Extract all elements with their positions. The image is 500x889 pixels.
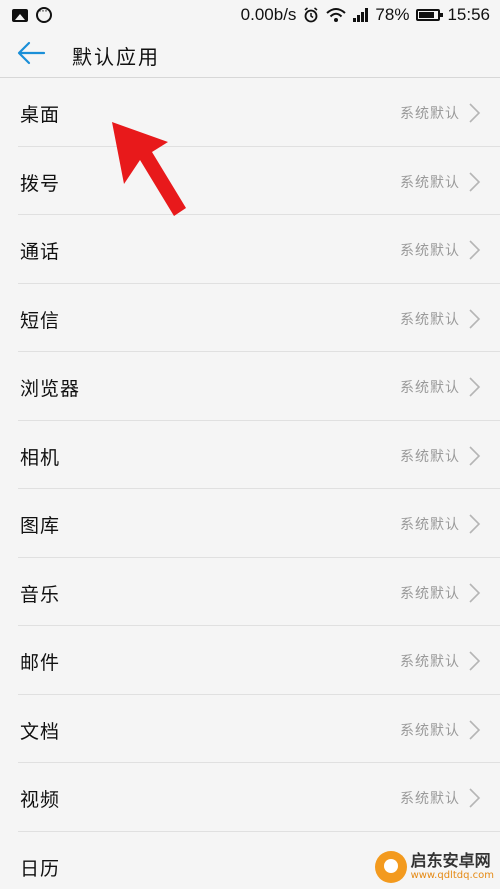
back-arrow-icon[interactable] <box>14 36 48 70</box>
item-value: 系统默认 <box>400 517 460 533</box>
item-label: 音乐 <box>20 583 61 606</box>
list-item-gallery[interactable]: 图库 系统默认 <box>0 489 500 558</box>
chevron-right-icon <box>469 308 481 329</box>
item-label: 拨号 <box>20 172 61 195</box>
annotation-arrow-icon <box>112 122 186 216</box>
list-item-documents[interactable]: 文档 系统默认 <box>0 694 500 763</box>
more-dots-icon <box>36 3 52 23</box>
item-label: 相机 <box>20 446 61 469</box>
chevron-right-icon <box>469 171 481 192</box>
item-label: 通话 <box>20 241 61 263</box>
item-label: 邮件 <box>20 652 61 674</box>
list-item-camera[interactable]: 相机 系统默认 <box>0 420 500 489</box>
list-item-browser[interactable]: 浏览器 系统默认 <box>0 352 500 421</box>
watermark-url: www.qdltdq.com <box>410 870 494 881</box>
app-bar: 默认应用 <box>0 32 500 78</box>
watermark-name: 启东安卓网 <box>410 851 491 870</box>
signal-icon <box>353 8 369 22</box>
item-label: 图库 <box>20 515 61 537</box>
item-value: 系统默认 <box>400 106 460 122</box>
item-value: 系统默认 <box>400 791 460 807</box>
clock: 15:56 <box>447 5 490 24</box>
chevron-right-icon <box>469 377 481 397</box>
item-value: 系统默认 <box>400 448 460 465</box>
watermark: 启东安卓网 www.qdltdq.com <box>374 851 494 883</box>
chevron-right-icon <box>469 103 481 123</box>
item-value: 系统默认 <box>400 174 460 191</box>
list-item-email[interactable]: 邮件 系统默认 <box>0 626 500 695</box>
item-label: 短信 <box>20 309 61 332</box>
item-label: 日历 <box>20 857 61 880</box>
battery-icon <box>416 9 444 21</box>
item-value: 系统默认 <box>400 243 460 259</box>
chevron-right-icon <box>469 240 481 260</box>
default-apps-list: 桌面 系统默认 拨号 系统默认 通话 系统默认 短信 系统默认 浏览器 系统默认… <box>0 78 500 889</box>
chevron-right-icon <box>469 719 481 740</box>
alarm-icon <box>304 7 318 23</box>
page-title: 默认应用 <box>72 45 160 69</box>
item-value: 系统默认 <box>400 380 460 396</box>
item-value: 系统默认 <box>400 585 460 602</box>
status-bar: 0.00b/s 78% 15:56 <box>0 0 500 32</box>
list-item-video[interactable]: 视频 系统默认 <box>0 763 500 832</box>
chevron-right-icon <box>469 651 481 671</box>
item-label: 浏览器 <box>20 378 81 400</box>
wifi-icon <box>326 8 347 22</box>
item-label: 视频 <box>20 789 61 811</box>
item-value: 系统默认 <box>400 722 460 739</box>
chevron-right-icon <box>469 445 481 466</box>
item-label: 文档 <box>20 720 61 743</box>
watermark-logo-icon <box>374 851 407 883</box>
chevron-right-icon <box>469 788 481 808</box>
network-speed: 0.00b/s <box>240 5 297 24</box>
item-value: 系统默认 <box>400 654 460 670</box>
list-item-call[interactable]: 通话 系统默认 <box>0 215 500 284</box>
battery-percent: 78% <box>375 5 410 24</box>
image-icon <box>12 8 28 22</box>
item-label: 桌面 <box>20 104 61 126</box>
item-value: 系统默认 <box>400 311 460 328</box>
list-item-sms[interactable]: 短信 系统默认 <box>0 283 500 352</box>
list-item-music[interactable]: 音乐 系统默认 <box>0 557 500 626</box>
chevron-right-icon <box>469 514 481 534</box>
list-item-desktop[interactable]: 桌面 系统默认 <box>0 78 500 147</box>
chevron-right-icon <box>469 582 481 603</box>
list-item-dialer[interactable]: 拨号 系统默认 <box>0 146 500 215</box>
